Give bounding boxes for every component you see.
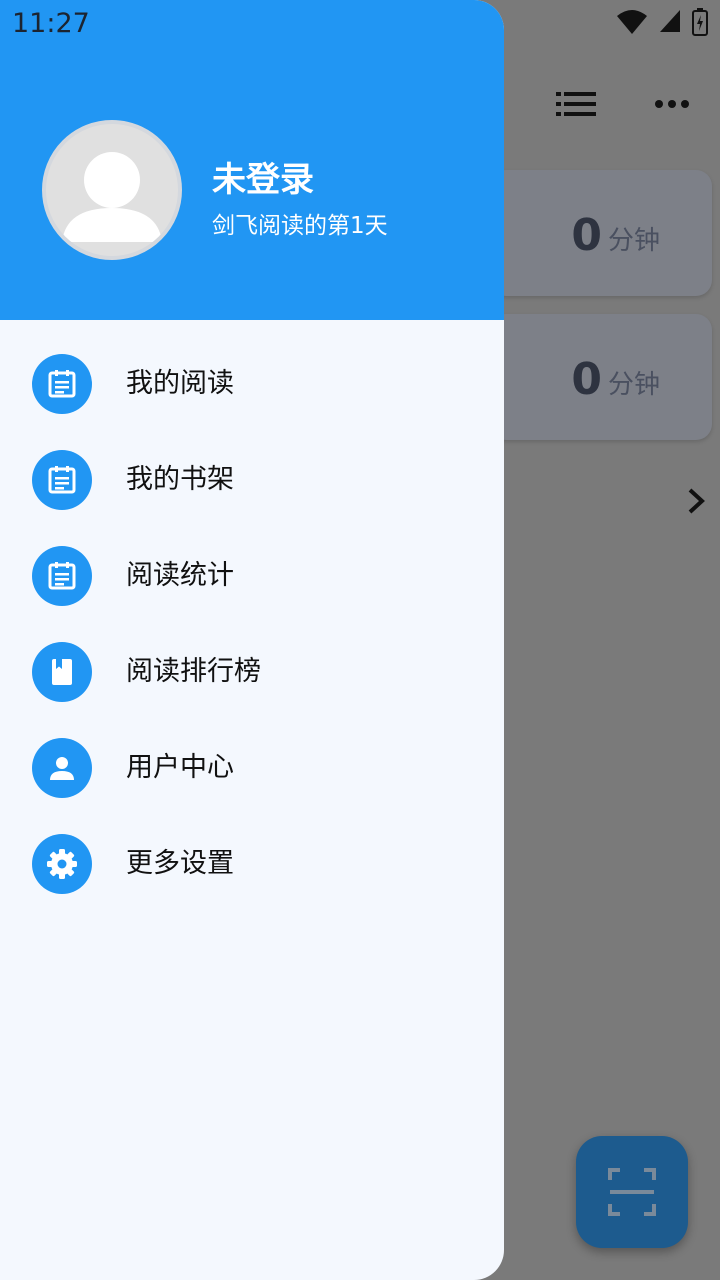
status-icons: [616, 8, 708, 40]
stat-unit: 分钟: [607, 226, 660, 256]
person-avatar-icon: [62, 152, 162, 242]
more-icon[interactable]: [654, 96, 690, 112]
note-icon: [32, 450, 92, 510]
menu-label: 阅读排行榜: [126, 656, 261, 687]
stat-unit: 分钟: [607, 370, 660, 400]
menu-item-user-center[interactable]: 用户中心: [0, 720, 504, 816]
menu-item-my-bookshelf[interactable]: 我的书架: [0, 432, 504, 528]
gear-icon: [32, 834, 92, 894]
menu-item-reading-stats[interactable]: 阅读统计: [0, 528, 504, 624]
note-icon: [32, 546, 92, 606]
battery-icon: [692, 8, 708, 36]
menu-label: 我的阅读: [126, 368, 234, 399]
scan-icon: [608, 1168, 656, 1216]
stat-value: 0: [571, 210, 602, 261]
list-icon[interactable]: [556, 92, 596, 116]
navigation-drawer: 未登录 剑飞阅读的第1天 我的阅读 我的书架 阅读统计 阅读排行榜 用户中心 更…: [0, 0, 504, 1280]
drawer-header: 未登录 剑飞阅读的第1天: [0, 0, 504, 320]
chevron-right-icon[interactable]: [682, 486, 710, 516]
avatar[interactable]: [42, 120, 182, 260]
drawer-menu: 我的阅读 我的书架 阅读统计 阅读排行榜 用户中心 更多设置: [0, 336, 504, 912]
note-icon: [32, 354, 92, 414]
stat-card: 0 分钟: [490, 170, 712, 296]
user-name[interactable]: 未登录: [212, 152, 314, 201]
menu-item-more-settings[interactable]: 更多设置: [0, 816, 504, 912]
book-icon: [32, 642, 92, 702]
stat-value: 0: [571, 354, 602, 405]
wifi-icon: [617, 10, 647, 34]
stat-card: 0 分钟: [490, 314, 712, 440]
user-subtitle: 剑飞阅读的第1天: [212, 213, 388, 239]
scan-button[interactable]: [576, 1136, 688, 1248]
menu-label: 更多设置: [126, 848, 234, 879]
menu-item-my-reading[interactable]: 我的阅读: [0, 336, 504, 432]
menu-label: 用户中心: [126, 752, 234, 783]
status-time: 11:27: [12, 8, 90, 39]
person-icon: [32, 738, 92, 798]
menu-label: 我的书架: [126, 464, 234, 495]
menu-item-reading-leaderboard[interactable]: 阅读排行榜: [0, 624, 504, 720]
menu-label: 阅读统计: [126, 560, 234, 591]
signal-icon: [660, 10, 680, 32]
